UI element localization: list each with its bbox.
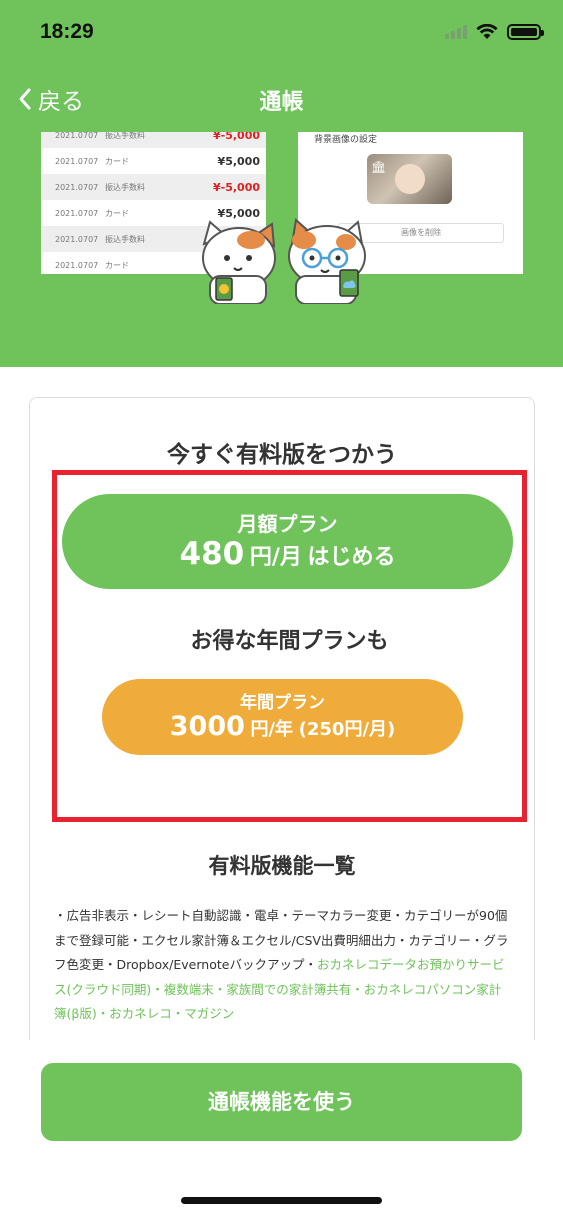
use-passbook-button[interactable]: 通帳機能を使う — [41, 1063, 522, 1141]
preview-row-label: 振込手数料 — [105, 132, 145, 140]
settings-preview-title: 背景画像の設定 — [314, 135, 378, 145]
mascot-cats-illustration — [202, 218, 366, 304]
preview-row-amount: ¥-5,000 — [212, 132, 260, 142]
features-heading: 有料版機能一覧 — [208, 854, 356, 878]
preview-row-date: 2021.0707 — [55, 156, 99, 166]
monthly-plan-name: 月額プラン — [237, 512, 338, 536]
annual-plan-price: 3000 円/年 (250円/月) — [102, 711, 463, 742]
page-title: 通帳 — [259, 90, 304, 115]
wifi-icon — [476, 24, 498, 39]
premium-plans-card: 今すぐ有料版をつかう 月額プラン 480 円/月 はじめる お得な年間プランも … — [29, 397, 535, 1057]
preview-row-label: 振込手数料 — [105, 182, 145, 192]
preview-list-row: 2021.0707 振込手数料 ¥-5,000 — [41, 132, 266, 148]
annual-plan-heading: お得な年間プランも — [190, 629, 389, 654]
background-photo: 🏛 — [367, 154, 452, 204]
plans-highlight-box: 月額プラン 480 円/月 はじめる お得な年間プランも 年間プラン 3000 … — [52, 470, 527, 822]
monthly-price-value: 480 — [179, 536, 245, 572]
preview-row-date: 2021.0707 — [55, 260, 99, 270]
monthly-plan-price: 480 円/月 はじめる — [62, 536, 513, 572]
annual-plan-name: 年間プラン — [240, 693, 325, 713]
annual-price-value: 3000 — [169, 711, 245, 742]
preview-row-date: 2021.0707 — [55, 234, 99, 244]
preview-list-row: 2021.0707 振込手数料 ¥-5,000 — [41, 174, 266, 200]
features-list: ・広告非表示・レシート自動認識・電卓・テーマカラー変更・カテゴリーが90個まで登… — [54, 904, 510, 1027]
monthly-price-unit: 円/月 — [249, 545, 302, 570]
preview-row-date: 2021.0707 — [55, 132, 99, 140]
preview-row-date: 2021.0707 — [55, 182, 99, 192]
status-bar: 18:29 — [0, 0, 563, 66]
monthly-start-label: はじめる — [307, 545, 396, 570]
cellular-signal-icon — [445, 25, 467, 39]
navigation-bar: 戻る 通帳 — [0, 66, 563, 132]
plans-heading: 今すぐ有料版をつかう — [167, 442, 397, 468]
preview-row-date: 2021.0707 — [55, 208, 99, 218]
preview-list-row: 2021.0707 カード ¥5,000 — [41, 148, 266, 174]
monthly-plan-button[interactable]: 月額プラン 480 円/月 はじめる — [62, 494, 513, 589]
battery-icon — [507, 24, 544, 40]
preview-row-label: カード — [105, 156, 129, 166]
status-time: 18:29 — [40, 20, 94, 43]
status-icons — [445, 24, 544, 40]
annual-price-note: (250円/月) — [298, 719, 396, 740]
preview-row-amount: ¥-5,000 — [212, 180, 260, 194]
bottom-action-area: 通帳機能を使う — [0, 1040, 563, 1218]
annual-plan-button[interactable]: 年間プラン 3000 円/年 (250円/月) — [102, 679, 463, 755]
feature-preview-banner: 2021.0707 振込手数料 ¥-5,000 2021.0707 カード ¥5,000 2… — [0, 132, 563, 367]
preview-row-amount: ¥5,000 — [217, 154, 260, 168]
bank-icon: 🏛 — [371, 160, 387, 174]
annual-price-unit: 円/年 — [250, 719, 294, 740]
home-indicator — [181, 1197, 382, 1204]
